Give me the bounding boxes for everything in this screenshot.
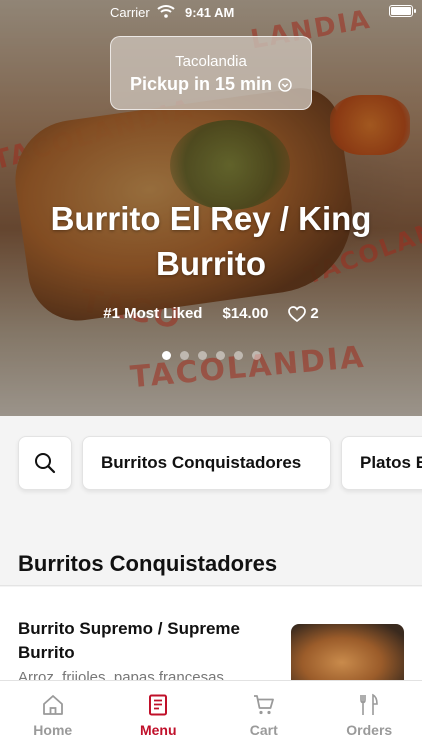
pickup-time-label: Pickup in 15 min xyxy=(129,74,273,94)
carousel-dot[interactable] xyxy=(161,351,171,360)
carousel-dot[interactable] xyxy=(215,351,225,360)
orders-icon xyxy=(360,693,379,715)
store-name: Tacolandia xyxy=(175,53,247,70)
clock: 9:41 AM xyxy=(185,5,235,20)
tab-cart[interactable]: Cart xyxy=(216,681,312,750)
home-icon xyxy=(42,695,63,715)
carrier-label: Carrier xyxy=(110,5,150,20)
tab-cart-label: Cart xyxy=(249,722,278,738)
carousel-indicator[interactable] xyxy=(0,351,422,360)
battery-icon xyxy=(389,5,416,17)
heart-icon xyxy=(288,305,307,322)
category-chip-platos[interactable]: Platos Especiales xyxy=(341,436,422,490)
search-icon xyxy=(35,453,56,474)
carousel-dot[interactable] xyxy=(197,351,207,360)
status-bar: Carrier 9:41 AM xyxy=(0,0,422,24)
like-count[interactable]: 2 xyxy=(288,305,319,322)
carousel-dot[interactable] xyxy=(251,351,261,360)
pickup-time-row: Pickup in 15 min xyxy=(111,74,311,95)
tab-menu[interactable]: Menu xyxy=(110,681,206,750)
carousel-dot[interactable] xyxy=(233,351,243,360)
chevron-down-icon xyxy=(278,77,292,92)
tab-bar: Home Menu Cart Orders xyxy=(0,680,422,750)
hero-banner[interactable]: TACOLANDIA TACOLANDIA TACOLANDIA TACO LA… xyxy=(0,0,422,416)
carousel-dot[interactable] xyxy=(179,351,189,360)
app-screen: TACOLANDIA TACOLANDIA TACOLANDIA TACO LA… xyxy=(0,0,422,750)
wifi-icon xyxy=(157,5,175,18)
featured-item-meta: #1 Most Liked $14.00 2 xyxy=(0,305,422,322)
featured-price: $14.00 xyxy=(222,305,269,322)
section-title: Burritos Conquistadores xyxy=(18,551,278,576)
featured-item-title: Burrito El Rey / King Burrito xyxy=(50,200,372,282)
popularity-badge: #1 Most Liked xyxy=(103,305,203,322)
section-header: Burritos Conquistadores xyxy=(0,536,422,586)
category-chip-burritos[interactable]: Burritos Conquistadores xyxy=(82,436,331,490)
tab-orders[interactable]: Orders xyxy=(321,681,417,750)
pickup-selector[interactable]: Tacolandia Pickup in 15 min xyxy=(110,36,312,110)
search-button[interactable] xyxy=(18,436,72,490)
like-count-value: 2 xyxy=(310,305,319,322)
menu-icon xyxy=(149,694,168,716)
cart-icon xyxy=(253,695,274,715)
tab-home-label: Home xyxy=(33,722,73,738)
tab-menu-label: Menu xyxy=(139,722,177,738)
tab-home[interactable]: Home xyxy=(5,681,101,750)
category-bar: Burritos Conquistadores Platos Especiale… xyxy=(0,416,422,506)
tab-orders-label: Orders xyxy=(346,722,393,738)
menu-item-name: Burrito Supremo / Supreme Burrito xyxy=(18,619,240,662)
menu-item-card[interactable]: Burrito Supremo / Supreme Burrito Arroz,… xyxy=(0,587,422,694)
